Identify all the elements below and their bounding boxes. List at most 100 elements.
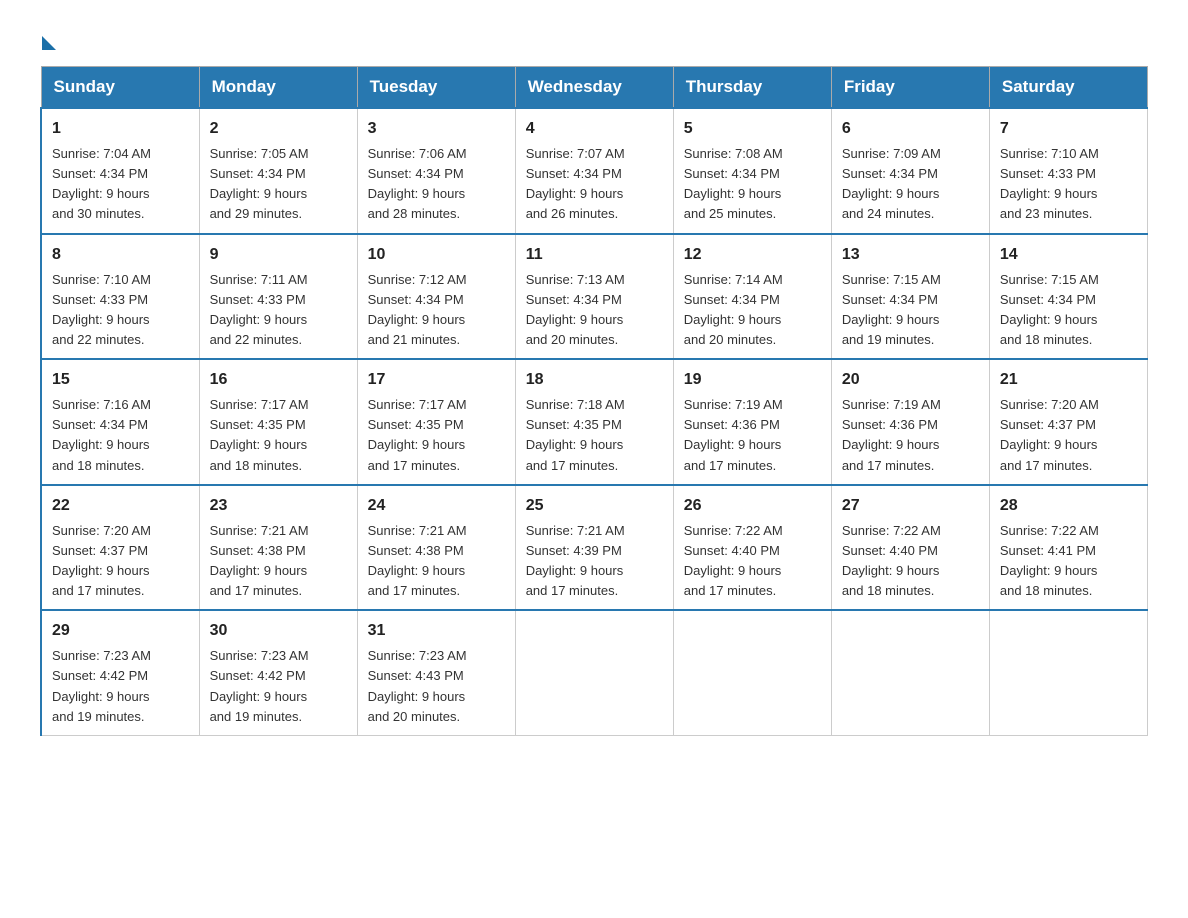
day-number: 3 <box>368 117 505 141</box>
calendar-body: 1 Sunrise: 7:04 AMSunset: 4:34 PMDaylight… <box>41 108 1148 735</box>
calendar-cell: 15 Sunrise: 7:16 AMSunset: 4:34 PMDayligh… <box>41 359 199 485</box>
calendar-cell: 16 Sunrise: 7:17 AMSunset: 4:35 PMDayligh… <box>199 359 357 485</box>
day-info: Sunrise: 7:10 AMSunset: 4:33 PMDaylight:… <box>52 270 189 351</box>
day-info: Sunrise: 7:07 AMSunset: 4:34 PMDaylight:… <box>526 144 663 225</box>
day-info: Sunrise: 7:17 AMSunset: 4:35 PMDaylight:… <box>210 395 347 476</box>
day-info: Sunrise: 7:22 AMSunset: 4:40 PMDaylight:… <box>842 521 979 602</box>
calendar-cell: 4 Sunrise: 7:07 AMSunset: 4:34 PMDaylight… <box>515 108 673 234</box>
day-info: Sunrise: 7:23 AMSunset: 4:43 PMDaylight:… <box>368 646 505 727</box>
calendar-cell: 7 Sunrise: 7:10 AMSunset: 4:33 PMDaylight… <box>989 108 1147 234</box>
day-info: Sunrise: 7:15 AMSunset: 4:34 PMDaylight:… <box>842 270 979 351</box>
day-info: Sunrise: 7:22 AMSunset: 4:41 PMDaylight:… <box>1000 521 1137 602</box>
week-row-2: 8Sunrise: 7:10 AMSunset: 4:33 PMDaylight… <box>41 234 1148 360</box>
calendar-cell: 10 Sunrise: 7:12 AMSunset: 4:34 PMDayligh… <box>357 234 515 360</box>
logo-triangle-icon <box>42 36 56 50</box>
calendar-cell: 18 Sunrise: 7:18 AMSunset: 4:35 PMDayligh… <box>515 359 673 485</box>
day-number: 27 <box>842 494 979 518</box>
day-info: Sunrise: 7:19 AMSunset: 4:36 PMDaylight:… <box>684 395 821 476</box>
calendar-cell: 26 Sunrise: 7:22 AMSunset: 4:40 PMDayligh… <box>673 485 831 611</box>
weekday-header-friday: Friday <box>831 67 989 109</box>
day-info: Sunrise: 7:16 AMSunset: 4:34 PMDaylight:… <box>52 395 189 476</box>
day-info: Sunrise: 7:11 AMSunset: 4:33 PMDaylight:… <box>210 270 347 351</box>
day-number: 18 <box>526 368 663 392</box>
day-info: Sunrise: 7:15 AMSunset: 4:34 PMDaylight:… <box>1000 270 1137 351</box>
day-number: 9 <box>210 243 347 267</box>
day-info: Sunrise: 7:05 AMSunset: 4:34 PMDaylight:… <box>210 144 347 225</box>
calendar-cell: 31 Sunrise: 7:23 AMSunset: 4:43 PMDayligh… <box>357 610 515 735</box>
calendar-cell: 6Sunrise: 7:09 AMSunset: 4:34 PMDaylight… <box>831 108 989 234</box>
day-info: Sunrise: 7:21 AMSunset: 4:39 PMDaylight:… <box>526 521 663 602</box>
calendar-cell: 2 Sunrise: 7:05 AMSunset: 4:34 PMDaylight… <box>199 108 357 234</box>
day-number: 24 <box>368 494 505 518</box>
day-info: Sunrise: 7:10 AMSunset: 4:33 PMDaylight:… <box>1000 144 1137 225</box>
page-header <box>40 30 1148 46</box>
day-info: Sunrise: 7:13 AMSunset: 4:34 PMDaylight:… <box>526 270 663 351</box>
day-info: Sunrise: 7:04 AMSunset: 4:34 PMDaylight:… <box>52 144 189 225</box>
calendar-cell: 21Sunrise: 7:20 AMSunset: 4:37 PMDayligh… <box>989 359 1147 485</box>
week-row-5: 29 Sunrise: 7:23 AMSunset: 4:42 PMDayligh… <box>41 610 1148 735</box>
day-info: Sunrise: 7:20 AMSunset: 4:37 PMDaylight:… <box>52 521 189 602</box>
day-info: Sunrise: 7:12 AMSunset: 4:34 PMDaylight:… <box>368 270 505 351</box>
day-number: 31 <box>368 619 505 643</box>
day-info: Sunrise: 7:14 AMSunset: 4:34 PMDaylight:… <box>684 270 821 351</box>
day-number: 22 <box>52 494 189 518</box>
calendar-cell <box>673 610 831 735</box>
day-number: 16 <box>210 368 347 392</box>
day-number: 13 <box>842 243 979 267</box>
day-number: 21 <box>1000 368 1137 392</box>
day-number: 11 <box>526 243 663 267</box>
day-number: 15 <box>52 368 189 392</box>
calendar-cell: 11 Sunrise: 7:13 AMSunset: 4:34 PMDayligh… <box>515 234 673 360</box>
calendar-cell: 13 Sunrise: 7:15 AMSunset: 4:34 PMDayligh… <box>831 234 989 360</box>
week-row-1: 1 Sunrise: 7:04 AMSunset: 4:34 PMDaylight… <box>41 108 1148 234</box>
calendar-cell <box>515 610 673 735</box>
calendar-cell: 5Sunrise: 7:08 AMSunset: 4:34 PMDaylight… <box>673 108 831 234</box>
calendar-cell <box>831 610 989 735</box>
day-info: Sunrise: 7:17 AMSunset: 4:35 PMDaylight:… <box>368 395 505 476</box>
calendar-cell: 1 Sunrise: 7:04 AMSunset: 4:34 PMDaylight… <box>41 108 199 234</box>
calendar-cell: 9 Sunrise: 7:11 AMSunset: 4:33 PMDaylight… <box>199 234 357 360</box>
calendar-cell: 17 Sunrise: 7:17 AMSunset: 4:35 PMDayligh… <box>357 359 515 485</box>
day-number: 12 <box>684 243 821 267</box>
day-info: Sunrise: 7:23 AMSunset: 4:42 PMDaylight:… <box>52 646 189 727</box>
day-info: Sunrise: 7:06 AMSunset: 4:34 PMDaylight:… <box>368 144 505 225</box>
day-number: 4 <box>526 117 663 141</box>
logo <box>40 30 56 46</box>
calendar-table: SundayMondayTuesdayWednesdayThursdayFrid… <box>40 66 1148 736</box>
calendar-cell <box>989 610 1147 735</box>
day-number: 7 <box>1000 117 1137 141</box>
calendar-cell: 23Sunrise: 7:21 AMSunset: 4:38 PMDayligh… <box>199 485 357 611</box>
day-info: Sunrise: 7:21 AMSunset: 4:38 PMDaylight:… <box>368 521 505 602</box>
day-info: Sunrise: 7:23 AMSunset: 4:42 PMDaylight:… <box>210 646 347 727</box>
day-info: Sunrise: 7:18 AMSunset: 4:35 PMDaylight:… <box>526 395 663 476</box>
day-number: 25 <box>526 494 663 518</box>
day-number: 29 <box>52 619 189 643</box>
day-number: 17 <box>368 368 505 392</box>
calendar-cell: 12 Sunrise: 7:14 AMSunset: 4:34 PMDayligh… <box>673 234 831 360</box>
day-number: 14 <box>1000 243 1137 267</box>
calendar-cell: 25 Sunrise: 7:21 AMSunset: 4:39 PMDayligh… <box>515 485 673 611</box>
day-number: 30 <box>210 619 347 643</box>
day-number: 1 <box>52 117 189 141</box>
day-number: 10 <box>368 243 505 267</box>
week-row-3: 15 Sunrise: 7:16 AMSunset: 4:34 PMDayligh… <box>41 359 1148 485</box>
calendar-cell: 27 Sunrise: 7:22 AMSunset: 4:40 PMDayligh… <box>831 485 989 611</box>
calendar-cell: 28Sunrise: 7:22 AMSunset: 4:41 PMDayligh… <box>989 485 1147 611</box>
calendar-cell: 22 Sunrise: 7:20 AMSunset: 4:37 PMDayligh… <box>41 485 199 611</box>
day-number: 20 <box>842 368 979 392</box>
day-number: 2 <box>210 117 347 141</box>
calendar-cell: 29 Sunrise: 7:23 AMSunset: 4:42 PMDayligh… <box>41 610 199 735</box>
calendar-cell: 19 Sunrise: 7:19 AMSunset: 4:36 PMDayligh… <box>673 359 831 485</box>
day-info: Sunrise: 7:21 AMSunset: 4:38 PMDaylight:… <box>210 521 347 602</box>
calendar-cell: 30 Sunrise: 7:23 AMSunset: 4:42 PMDayligh… <box>199 610 357 735</box>
day-info: Sunrise: 7:09 AMSunset: 4:34 PMDaylight:… <box>842 144 979 225</box>
day-number: 19 <box>684 368 821 392</box>
weekday-header-saturday: Saturday <box>989 67 1147 109</box>
calendar-cell: 14 Sunrise: 7:15 AMSunset: 4:34 PMDayligh… <box>989 234 1147 360</box>
weekday-header-sunday: Sunday <box>41 67 199 109</box>
weekday-header-tuesday: Tuesday <box>357 67 515 109</box>
day-number: 26 <box>684 494 821 518</box>
weekday-header-wednesday: Wednesday <box>515 67 673 109</box>
week-row-4: 22 Sunrise: 7:20 AMSunset: 4:37 PMDayligh… <box>41 485 1148 611</box>
day-info: Sunrise: 7:22 AMSunset: 4:40 PMDaylight:… <box>684 521 821 602</box>
